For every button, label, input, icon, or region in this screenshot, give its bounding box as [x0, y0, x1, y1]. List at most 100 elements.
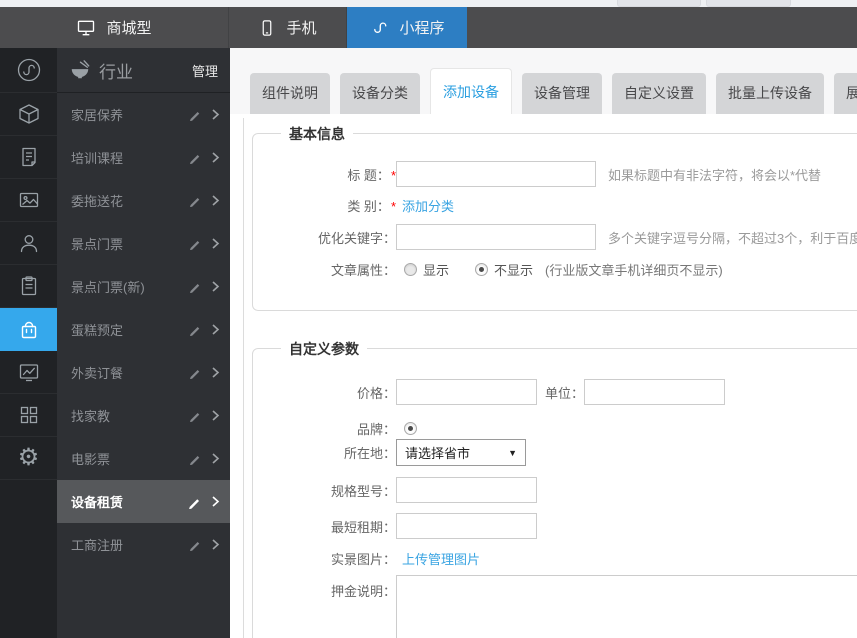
tab-device-category[interactable]: 设备分类 [340, 73, 420, 114]
edit-pencil-icon[interactable] [189, 280, 202, 293]
unit-input[interactable] [584, 379, 726, 405]
sidebar-item[interactable]: 培训课程 [57, 136, 230, 179]
sidebar-item[interactable]: 委拖送花 [57, 179, 230, 222]
chevron-right-icon[interactable] [211, 323, 220, 336]
strip-button-stub [617, 0, 701, 7]
title-hint: 如果标题中有非法字符，将会以*代替 [608, 167, 822, 183]
chevron-right-icon[interactable] [211, 495, 220, 508]
custom-params-legend: 自定义参数 [281, 339, 367, 359]
gear-icon: ⚙ [17, 444, 40, 471]
phone-icon [258, 19, 276, 37]
deposit-textarea[interactable] [396, 575, 857, 638]
show-radio[interactable] [404, 263, 417, 276]
model-row: 规格型号： [253, 477, 857, 503]
model-label: 规格型号： [330, 483, 396, 499]
chevron-right-icon[interactable] [211, 108, 220, 121]
chevron-right-icon[interactable] [211, 151, 220, 164]
price-input[interactable] [396, 379, 537, 405]
main-content: 组件说明 设备分类 添加设备 设备管理 自定义设置 批量上传设备 展 基本信息 … [230, 48, 857, 638]
miniprogram-circle-icon [16, 57, 42, 83]
manage-button[interactable]: 管理 [192, 61, 218, 80]
edit-pencil-icon[interactable] [189, 108, 202, 121]
keywords-hint: 多个关键字逗号分隔，不超过3个，利于百度搜索 [608, 230, 857, 246]
sidebar-title: 行业 [99, 62, 133, 82]
upload-images-link[interactable]: 上传管理图片 [402, 549, 480, 568]
title-input[interactable] [396, 161, 596, 187]
nav-tab-mobile[interactable]: 手机 [229, 7, 347, 48]
deposit-label: 押金说明： [330, 584, 396, 599]
edit-pencil-icon[interactable] [189, 538, 202, 551]
image-icon [17, 188, 41, 212]
rail-item-miniprogram[interactable] [0, 48, 57, 93]
tab-partial[interactable]: 展 [834, 73, 857, 114]
tab-custom-settings[interactable]: 自定义设置 [612, 73, 706, 114]
rail-item-articles[interactable] [0, 136, 57, 179]
sidebar-item[interactable]: 蛋糕预定 [57, 308, 230, 351]
deposit-row: 押金说明： [253, 575, 857, 638]
sidebar-item-active[interactable]: 设备租赁 [57, 480, 230, 523]
sidebar-item[interactable]: 找家教 [57, 394, 230, 437]
brand-radio[interactable] [404, 422, 417, 435]
chevron-right-icon[interactable] [211, 280, 220, 293]
rail-item-stats[interactable] [0, 351, 57, 394]
hide-radio[interactable] [475, 263, 489, 276]
chevron-right-icon[interactable] [211, 194, 220, 207]
nav-tab-miniprogram[interactable]: 小程序 [347, 7, 467, 48]
model-input[interactable] [396, 477, 537, 503]
rail-item-members[interactable] [0, 222, 57, 265]
rail-item-orders[interactable] [0, 265, 57, 308]
tab-component-info[interactable]: 组件说明 [250, 73, 330, 114]
grid-icon [17, 403, 41, 427]
dropdown-arrow-icon: ▼ [508, 447, 517, 458]
attribute-note: (行业版文章手机详细页不显示) [545, 263, 723, 278]
title-label: 标 题：* [347, 167, 396, 183]
chevron-right-icon[interactable] [211, 237, 220, 250]
sidebar-item[interactable]: 电影票 [57, 437, 230, 480]
rail-item-settings[interactable]: ⚙ [0, 437, 57, 480]
rail-item-shop[interactable] [0, 308, 57, 351]
edit-pencil-icon[interactable] [189, 237, 202, 250]
clipboard-icon [17, 274, 41, 298]
tab-batch-upload[interactable]: 批量上传设备 [716, 73, 824, 114]
edit-pencil-icon[interactable] [189, 194, 202, 207]
bowl-icon [69, 59, 91, 81]
province-select[interactable]: 请选择省市 ▼ [396, 439, 526, 466]
tab-device-manage[interactable]: 设备管理 [522, 73, 602, 114]
min-rent-input[interactable] [396, 513, 537, 539]
rail-item-media[interactable] [0, 179, 57, 222]
category-row: 类 别：* 添加分类 [253, 196, 857, 215]
edit-pencil-icon[interactable] [188, 495, 202, 509]
top-strip [0, 0, 857, 7]
rail-item-products[interactable] [0, 93, 57, 136]
app-window: 商城型 手机 小程序 ⚙ 行业 管理 家居保养 培训课程 委拖送花 景点门票 景… [0, 0, 857, 638]
edit-pencil-icon[interactable] [189, 323, 202, 336]
sidebar-item[interactable]: 景点门票(新) [57, 265, 230, 308]
sidebar-item[interactable]: 工商注册 [57, 523, 230, 566]
rail-item-apps[interactable] [0, 394, 57, 437]
required-mark: * [390, 199, 396, 214]
sidebar-item[interactable]: 外卖订餐 [57, 351, 230, 394]
top-nav: 商城型 手机 小程序 [0, 7, 857, 48]
basic-info-section: 基本信息 标 题：* 如果标题中有非法字符，将会以*代替 类 别：* 添加分类 … [252, 124, 857, 311]
edit-pencil-icon[interactable] [189, 151, 202, 164]
icon-rail: ⚙ [0, 48, 57, 638]
content-left-divider [243, 118, 244, 638]
sidebar-item[interactable]: 景点门票 [57, 222, 230, 265]
custom-params-section: 自定义参数 价格： 单位： 品牌： 所在地： 请选择省市 ▼ 规格型号： 最短租… [252, 339, 857, 638]
nav-tab-mall[interactable]: 商城型 [0, 7, 229, 48]
chevron-right-icon[interactable] [211, 409, 220, 422]
sidebar-header: 行业 管理 [57, 48, 230, 93]
edit-pencil-icon[interactable] [189, 452, 202, 465]
keywords-row: 优化关键字： 多个关键字逗号分隔，不超过3个，利于百度搜索 [253, 224, 857, 250]
chevron-right-icon[interactable] [211, 452, 220, 465]
sidebar-item[interactable]: 家居保养 [57, 93, 230, 136]
tab-add-device[interactable]: 添加设备 [430, 68, 512, 114]
add-category-link[interactable]: 添加分类 [402, 196, 454, 215]
chevron-right-icon[interactable] [211, 538, 220, 551]
edit-pencil-icon[interactable] [189, 409, 202, 422]
chevron-right-icon[interactable] [211, 366, 220, 379]
unit-label: 单位： [545, 385, 585, 401]
monitor-icon [76, 18, 96, 38]
edit-pencil-icon[interactable] [189, 366, 202, 379]
keywords-input[interactable] [396, 224, 596, 250]
